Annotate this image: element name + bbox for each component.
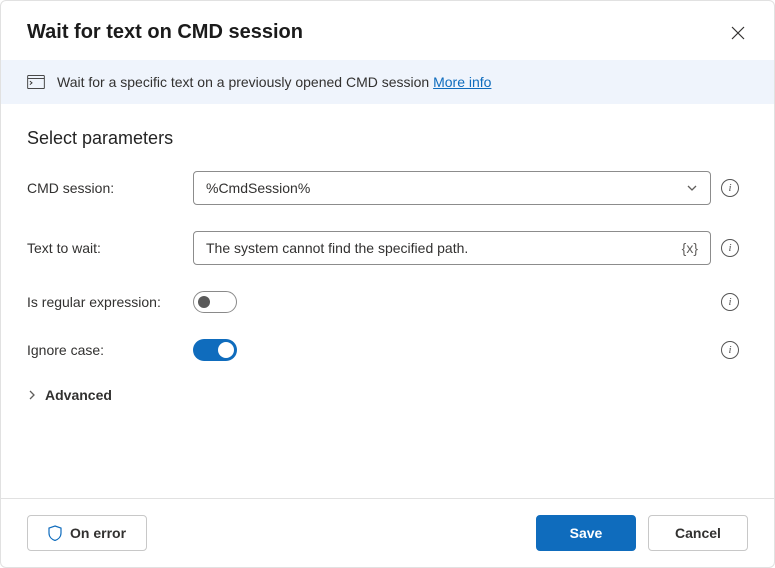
chevron-right-icon xyxy=(27,390,37,400)
info-icon-cmd-session[interactable]: i xyxy=(721,179,739,197)
footer-right: Save Cancel xyxy=(536,515,748,551)
dialog-body: Select parameters CMD session: %CmdSessi… xyxy=(1,104,774,498)
advanced-label: Advanced xyxy=(45,387,112,403)
row-is-regex: Is regular expression: i xyxy=(27,291,748,313)
dialog-title: Wait for text on CMD session xyxy=(27,21,303,44)
row-text-to-wait: Text to wait: The system cannot find the… xyxy=(27,231,748,265)
advanced-toggle[interactable]: Advanced xyxy=(27,387,748,403)
toggle-knob xyxy=(218,342,234,358)
label-is-regex: Is regular expression: xyxy=(27,294,193,310)
label-ignore-case: Ignore case: xyxy=(27,342,193,358)
dialog-footer: On error Save Cancel xyxy=(1,498,774,567)
cancel-button[interactable]: Cancel xyxy=(648,515,748,551)
label-text-to-wait: Text to wait: xyxy=(27,240,193,256)
cmd-session-select[interactable]: %CmdSession% xyxy=(193,171,711,205)
chevron-down-icon xyxy=(686,182,698,194)
banner-text: Wait for a specific text on a previously… xyxy=(57,74,491,90)
row-ignore-case: Ignore case: i xyxy=(27,339,748,361)
cmd-icon xyxy=(27,75,45,89)
cmd-session-value: %CmdSession% xyxy=(206,180,310,196)
section-title: Select parameters xyxy=(27,128,748,149)
info-icon-text-to-wait[interactable]: i xyxy=(721,239,739,257)
dialog-header: Wait for text on CMD session xyxy=(1,1,774,60)
save-label: Save xyxy=(570,525,603,541)
info-icon-is-regex[interactable]: i xyxy=(721,293,739,311)
text-to-wait-input[interactable]: The system cannot find the specified pat… xyxy=(193,231,711,265)
info-banner: Wait for a specific text on a previously… xyxy=(1,60,774,104)
row-cmd-session: CMD session: %CmdSession% i xyxy=(27,171,748,205)
dialog: Wait for text on CMD session Wait for a … xyxy=(0,0,775,568)
variable-icon[interactable]: {x} xyxy=(682,240,698,256)
ignore-case-toggle[interactable] xyxy=(193,339,237,361)
banner-text-content: Wait for a specific text on a previously… xyxy=(57,74,433,90)
close-icon xyxy=(731,26,745,40)
toggle-knob xyxy=(198,296,210,308)
info-icon-ignore-case[interactable]: i xyxy=(721,341,739,359)
is-regex-toggle[interactable] xyxy=(193,291,237,313)
cancel-label: Cancel xyxy=(675,525,721,541)
close-button[interactable] xyxy=(728,23,748,43)
on-error-button[interactable]: On error xyxy=(27,515,147,551)
on-error-label: On error xyxy=(70,525,126,541)
text-to-wait-value: The system cannot find the specified pat… xyxy=(206,240,682,256)
label-cmd-session: CMD session: xyxy=(27,180,193,196)
shield-icon xyxy=(48,525,62,541)
save-button[interactable]: Save xyxy=(536,515,636,551)
more-info-link[interactable]: More info xyxy=(433,74,491,90)
